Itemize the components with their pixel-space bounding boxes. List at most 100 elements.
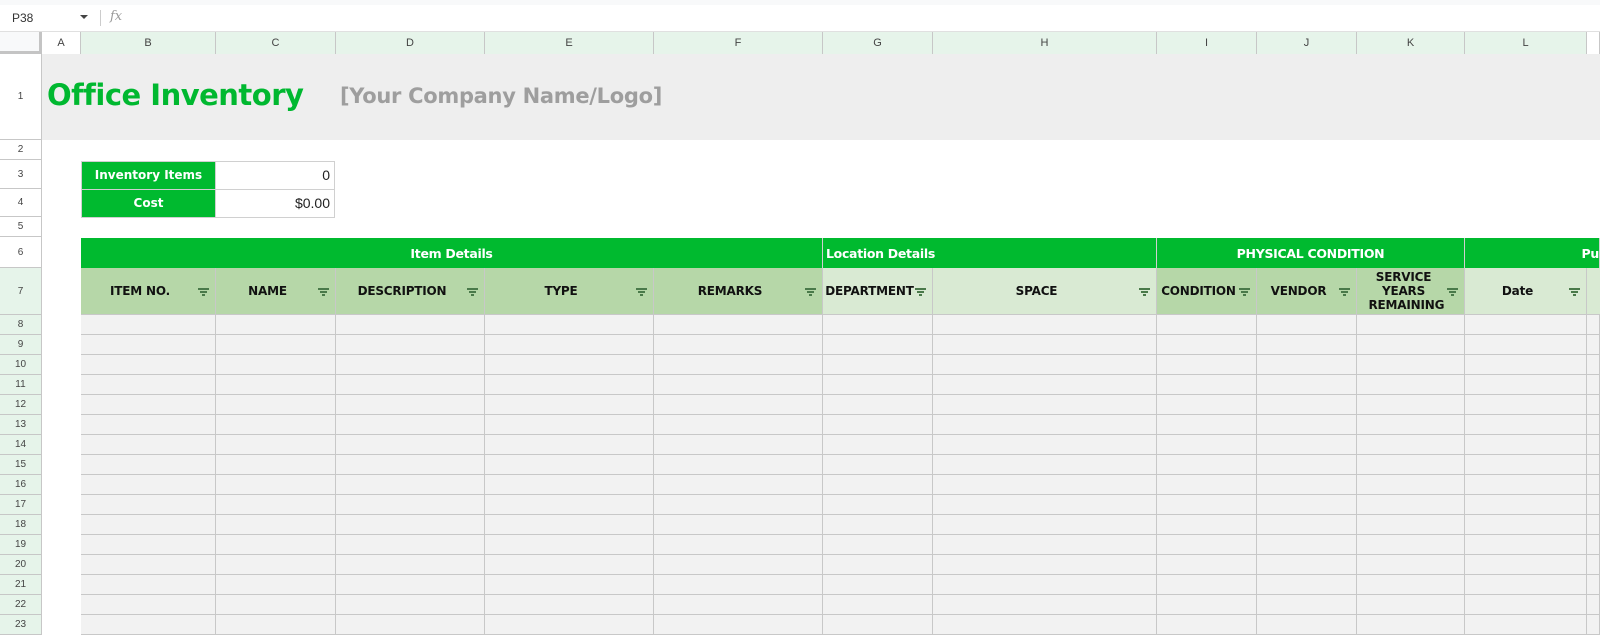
column-header-b[interactable]: B	[81, 32, 216, 54]
column-header-d[interactable]: D	[336, 32, 485, 54]
name-box[interactable]: P38	[12, 11, 33, 25]
table-cell[interactable]	[933, 355, 1157, 375]
table-cell[interactable]	[654, 375, 823, 395]
table-cell[interactable]	[1357, 315, 1465, 335]
row-header-11[interactable]: 11	[0, 375, 42, 395]
table-cell[interactable]	[81, 375, 216, 395]
table-cell[interactable]	[81, 335, 216, 355]
column-header-cell[interactable]: ITEM NO.	[81, 268, 216, 315]
table-cell[interactable]	[81, 435, 216, 455]
table-cell[interactable]	[1257, 495, 1357, 515]
table-cell[interactable]	[485, 335, 654, 355]
row-header-18[interactable]: 18	[0, 515, 42, 535]
row-header-6[interactable]: 6	[0, 237, 42, 268]
filter-icon[interactable]	[636, 288, 647, 296]
column-header-cell[interactable]	[1587, 268, 1600, 315]
table-cell[interactable]	[823, 615, 933, 635]
group-header-location-details[interactable]: Location Details	[823, 238, 1157, 269]
table-cell[interactable]	[81, 515, 216, 535]
row-header-3[interactable]: 3	[0, 160, 42, 189]
row-header-10[interactable]: 10	[0, 355, 42, 375]
column-header-m[interactable]	[1587, 32, 1600, 54]
table-cell[interactable]	[1257, 475, 1357, 495]
table-cell[interactable]	[823, 495, 933, 515]
row-header-4[interactable]: 4	[0, 189, 42, 217]
table-cell[interactable]	[81, 495, 216, 515]
table-cell[interactable]	[336, 575, 485, 595]
table-cell[interactable]	[654, 555, 823, 575]
table-cell[interactable]	[933, 375, 1157, 395]
table-cell[interactable]	[654, 515, 823, 535]
column-header-a[interactable]: A	[42, 32, 81, 54]
summary-value-cost[interactable]: $0.00	[215, 189, 335, 218]
table-cell[interactable]	[1357, 535, 1465, 555]
table-cell[interactable]	[1587, 515, 1600, 535]
table-cell[interactable]	[1587, 435, 1600, 455]
row-header-2[interactable]: 2	[0, 140, 42, 160]
table-cell[interactable]	[216, 595, 336, 615]
table-cell[interactable]	[1157, 515, 1257, 535]
table-cell[interactable]	[1257, 395, 1357, 415]
row-header-17[interactable]: 17	[0, 495, 42, 515]
table-cell[interactable]	[823, 395, 933, 415]
table-cell[interactable]	[216, 475, 336, 495]
table-cell[interactable]	[654, 455, 823, 475]
column-header-cell[interactable]: REMARKS	[654, 268, 823, 315]
table-cell[interactable]	[654, 475, 823, 495]
table-cell[interactable]	[336, 555, 485, 575]
table-cell[interactable]	[1465, 335, 1587, 355]
table-cell[interactable]	[1157, 555, 1257, 575]
table-cell[interactable]	[336, 435, 485, 455]
table-cell[interactable]	[1587, 555, 1600, 575]
filter-icon[interactable]	[915, 288, 926, 296]
table-cell[interactable]	[933, 515, 1157, 535]
table-cell[interactable]	[1465, 415, 1587, 435]
row-header-16[interactable]: 16	[0, 475, 42, 495]
table-cell[interactable]	[1357, 555, 1465, 575]
table-cell[interactable]	[933, 555, 1157, 575]
table-cell[interactable]	[654, 615, 823, 635]
column-header-j[interactable]: J	[1257, 32, 1357, 54]
table-cell[interactable]	[336, 455, 485, 475]
table-cell[interactable]	[216, 355, 336, 375]
table-cell[interactable]	[216, 415, 336, 435]
table-cell[interactable]	[336, 315, 485, 335]
row-header-14[interactable]: 14	[0, 435, 42, 455]
table-cell[interactable]	[81, 575, 216, 595]
table-cell[interactable]	[216, 555, 336, 575]
table-cell[interactable]	[933, 575, 1157, 595]
filter-icon[interactable]	[318, 288, 329, 296]
column-header-f[interactable]: F	[654, 32, 823, 54]
table-cell[interactable]	[1357, 615, 1465, 635]
table-cell[interactable]	[823, 475, 933, 495]
table-cell[interactable]	[933, 315, 1157, 335]
table-cell[interactable]	[336, 615, 485, 635]
table-cell[interactable]	[1465, 515, 1587, 535]
table-cell[interactable]	[823, 535, 933, 555]
table-cell[interactable]	[216, 455, 336, 475]
table-cell[interactable]	[933, 455, 1157, 475]
row-header-23[interactable]: 23	[0, 615, 42, 635]
table-cell[interactable]	[1357, 355, 1465, 375]
row-header-1[interactable]: 1	[0, 54, 42, 140]
row-header-21[interactable]: 21	[0, 575, 42, 595]
table-cell[interactable]	[654, 355, 823, 375]
table-cell[interactable]	[1257, 615, 1357, 635]
table-cell[interactable]	[1357, 515, 1465, 535]
table-cell[interactable]	[1357, 435, 1465, 455]
column-header-cell[interactable]: NAME	[216, 268, 336, 315]
table-cell[interactable]	[1465, 355, 1587, 375]
column-header-c[interactable]: C	[216, 32, 336, 54]
column-header-cell[interactable]: VENDOR	[1257, 268, 1357, 315]
table-cell[interactable]	[336, 375, 485, 395]
table-cell[interactable]	[1465, 455, 1587, 475]
table-cell[interactable]	[1257, 355, 1357, 375]
table-cell[interactable]	[1257, 415, 1357, 435]
table-cell[interactable]	[216, 535, 336, 555]
table-cell[interactable]	[1465, 315, 1587, 335]
company-placeholder[interactable]: [Your Company Name/Logo]	[340, 84, 662, 108]
table-cell[interactable]	[81, 615, 216, 635]
column-header-cell[interactable]: DESCRIPTION	[336, 268, 485, 315]
name-box-dropdown-icon[interactable]	[80, 15, 88, 19]
table-cell[interactable]	[823, 555, 933, 575]
